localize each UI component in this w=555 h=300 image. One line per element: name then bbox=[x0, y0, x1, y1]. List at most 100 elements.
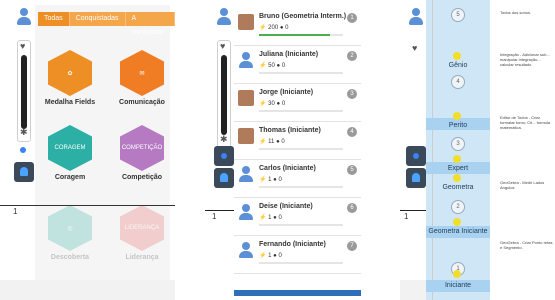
nav-dot-icon bbox=[221, 153, 227, 159]
user-avatar-icon[interactable] bbox=[406, 6, 426, 26]
tab-earned[interactable]: Conquistadas bbox=[69, 12, 126, 26]
points-value: 1 bbox=[268, 177, 272, 183]
progress-bar bbox=[259, 224, 343, 226]
coins-value: 0 bbox=[278, 215, 282, 221]
badge-label: Descoberta bbox=[50, 254, 90, 261]
level-icon bbox=[453, 218, 461, 226]
level-name[interactable]: Gênio bbox=[426, 62, 490, 69]
student-name: Fernando (Iniciante) bbox=[259, 241, 326, 248]
nav-button[interactable] bbox=[214, 146, 234, 166]
levels-panel: ♥ 5 Gênio 4 Perito 3 Expert Geometra 2 G… bbox=[400, 0, 555, 300]
sidebar-rail: ♥ bbox=[402, 0, 428, 300]
lightning-icon: ⚡ bbox=[259, 253, 267, 259]
rank-number-badge: 5 bbox=[347, 165, 357, 175]
user-avatar-icon[interactable] bbox=[14, 6, 34, 26]
student-name: Juliana (Iniciante) bbox=[259, 51, 319, 58]
axis-line bbox=[0, 205, 175, 206]
level-icon bbox=[453, 52, 461, 60]
level-icon bbox=[453, 174, 461, 182]
ranking-row[interactable]: Jorge (Iniciante) ⚡ 30 ● 0 3 bbox=[234, 84, 361, 122]
level-name[interactable]: Perito bbox=[426, 122, 490, 129]
progress-bar bbox=[259, 72, 343, 74]
level-number-badge: 2 bbox=[451, 200, 465, 214]
student-stats: ⚡ 11 ● 0 bbox=[259, 138, 285, 145]
progress-bar bbox=[259, 34, 343, 36]
notifications-button[interactable] bbox=[214, 168, 234, 188]
discovery-icon: ◎ bbox=[48, 205, 92, 251]
student-stats: ⚡ 1 ● 0 bbox=[259, 176, 282, 183]
badge-medalha-fields[interactable]: ✿ Medalha Fields bbox=[40, 50, 100, 106]
badge-tabs: Todas Conquistadas A conquistar bbox=[38, 12, 175, 36]
ranking-list: Bruno (Geometria Interm.) ⚡ 200 ● 0 1 Julia… bbox=[234, 8, 361, 274]
points-value: 50 bbox=[268, 63, 275, 69]
leadership-icon: LIDERANÇA bbox=[120, 205, 164, 251]
nav-dot-icon bbox=[413, 153, 419, 159]
progress-fill bbox=[21, 55, 27, 129]
progress-fill bbox=[259, 34, 331, 36]
level-number-badge: 4 bbox=[451, 75, 465, 89]
avatar-placeholder-icon bbox=[238, 52, 254, 68]
ranking-row[interactable]: Carlos (Iniciante) ⚡ 1 ● 0 5 bbox=[234, 160, 361, 198]
avatar-placeholder-icon bbox=[238, 166, 254, 182]
nav-dot-icon[interactable] bbox=[20, 147, 26, 153]
tab-all[interactable]: Todas bbox=[38, 12, 70, 26]
badge-comunicacao[interactable]: ✉ Comunicação bbox=[112, 50, 172, 106]
level-name[interactable]: Expert bbox=[426, 165, 490, 172]
footer-bar bbox=[0, 280, 175, 300]
level-description: Todos dos sonos. bbox=[500, 10, 532, 15]
level-name[interactable]: Geometra Iniciante bbox=[426, 228, 490, 235]
student-name: Deise (Iniciante) bbox=[259, 203, 313, 210]
ranking-row[interactable]: Fernando (Iniciante) ⚡ 1 ● 0 7 bbox=[234, 236, 361, 274]
coins-value: 0 bbox=[281, 63, 286, 69]
level-icon bbox=[453, 270, 461, 278]
progress-bar bbox=[259, 186, 343, 188]
avatar-placeholder-icon bbox=[238, 242, 254, 258]
notifications-button[interactable] bbox=[406, 168, 426, 188]
rank-number-badge: 6 bbox=[347, 203, 357, 213]
ranking-row[interactable]: Deise (Iniciante) ⚡ 1 ● 0 6 bbox=[234, 198, 361, 236]
avatar bbox=[238, 14, 254, 30]
badge-competicao[interactable]: COMPETIÇÃO Competição bbox=[112, 125, 172, 181]
points-value: 11 bbox=[268, 139, 275, 145]
student-stats: ⚡ 1 ● 0 bbox=[259, 214, 282, 221]
user-avatar-icon[interactable] bbox=[214, 6, 234, 26]
courage-icon: CORAGEM bbox=[48, 125, 92, 171]
axis-number: 1 bbox=[404, 212, 409, 221]
notifications-button[interactable] bbox=[14, 162, 34, 182]
badges-panel: ♥ ✱ Todas Conquistadas A conquistar ✿ Me… bbox=[0, 0, 175, 300]
coin-icon: ● bbox=[276, 101, 281, 107]
coins-value: 0 bbox=[278, 177, 282, 183]
rank-number-badge: 3 bbox=[347, 89, 357, 99]
ranking-row[interactable]: Thomas (Iniciante) ⚡ 11 ● 0 4 bbox=[234, 122, 361, 160]
coins-value: 0 bbox=[281, 139, 285, 145]
rank-number-badge: 1 bbox=[347, 13, 357, 23]
student-stats: ⚡ 1 ● 0 bbox=[259, 252, 282, 259]
badge-coragem[interactable]: CORAGEM Coragem bbox=[40, 125, 100, 181]
badge-descoberta[interactable]: ◎ Descoberta bbox=[40, 205, 100, 261]
level-icon bbox=[453, 155, 461, 163]
rank-number-badge: 7 bbox=[347, 241, 357, 251]
lightning-icon: ⚡ bbox=[259, 25, 267, 31]
student-stats: ⚡ 200 ● 0 bbox=[259, 24, 288, 31]
student-name: Carlos (Iniciante) bbox=[259, 165, 316, 172]
lightning-icon: ⚡ bbox=[259, 101, 267, 107]
progress-bar bbox=[259, 148, 343, 150]
coin-icon: ● bbox=[276, 63, 281, 69]
sidebar-rail: ♥ ✱ bbox=[10, 0, 36, 300]
gear-icon: ✱ bbox=[20, 127, 28, 137]
gear-icon: ✱ bbox=[220, 134, 228, 144]
ranking-row[interactable]: Bruno (Geometria Interm.) ⚡ 200 ● 0 1 bbox=[234, 8, 361, 46]
avatar bbox=[238, 128, 254, 144]
bell-icon bbox=[412, 173, 420, 182]
ranking-panel: ♥ ✱ Bruno (Geometria Interm.) ⚡ 200 ● 01J… bbox=[205, 0, 365, 300]
level-name[interactable]: Iniciante bbox=[426, 282, 490, 289]
nav-button[interactable] bbox=[406, 146, 426, 166]
badge-lideranca[interactable]: LIDERANÇA Liderança bbox=[112, 205, 172, 261]
axis-number: 1 bbox=[212, 212, 217, 221]
heart-icon: ♥ bbox=[220, 41, 226, 51]
lightning-icon: ⚡ bbox=[259, 63, 267, 69]
level-name[interactable]: Geometra bbox=[426, 184, 490, 191]
badge-label: Comunicação bbox=[119, 99, 165, 106]
ranking-row[interactable]: Juliana (Iniciante) ⚡ 50 ● 0 2 bbox=[234, 46, 361, 84]
tab-to-earn[interactable]: A conquistar bbox=[125, 12, 175, 36]
